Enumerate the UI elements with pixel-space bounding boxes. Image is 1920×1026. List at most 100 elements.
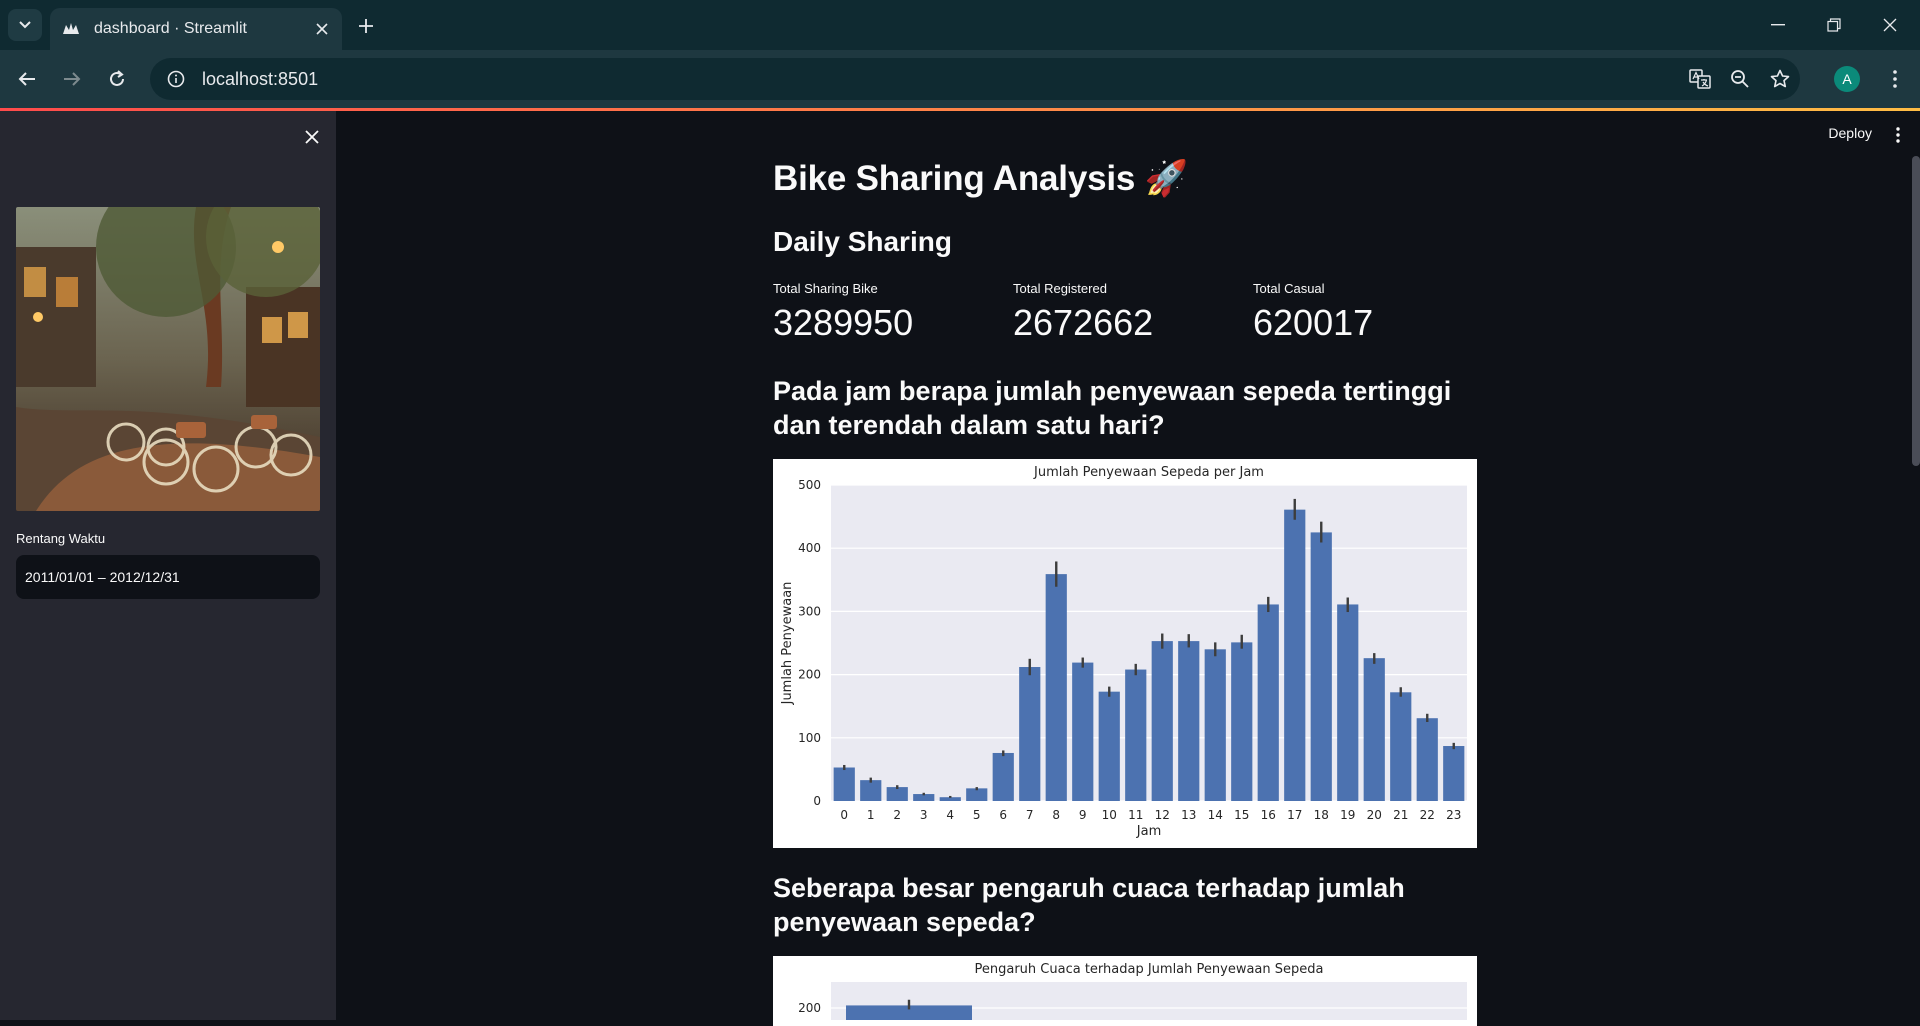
bookmark-star-icon[interactable]: [1760, 59, 1800, 99]
bar-hour-9: [1072, 662, 1094, 801]
x-tick-label-14: 14: [1208, 808, 1223, 822]
x-tick-label-22: 22: [1420, 808, 1435, 822]
x-tick-label-11: 11: [1128, 808, 1143, 822]
close-tab-icon[interactable]: [308, 15, 336, 43]
weather-rental-chart-svg: 200 Pengaruh Cuaca terhadap Jumlah Penyew…: [798, 962, 1467, 1020]
scrollbar[interactable]: [1912, 156, 1920, 466]
profile-avatar[interactable]: A: [1834, 66, 1860, 92]
x-tick-label-6: 6: [999, 808, 1007, 822]
page-title: Bike Sharing Analysis 🚀: [773, 159, 1189, 198]
x-tick-label-18: 18: [1314, 808, 1329, 822]
browser-tab-bar: dashboard · Streamlit: [0, 0, 1920, 50]
bar-hour-17: [1284, 509, 1306, 801]
bar-hour-10: [1098, 691, 1120, 801]
metric-label: Total Registered: [1013, 281, 1107, 296]
site-info-icon[interactable]: [162, 65, 190, 93]
chart-title: Jumlah Penyewaan Sepeda per Jam: [1033, 465, 1264, 480]
arrow-left-icon: [18, 72, 35, 86]
date-range-input[interactable]: 2011/01/01 – 2012/12/31: [16, 555, 320, 599]
hourly-rental-chart: 0 100 200 300 400 500 0 1 2 3 4 5 6 7 8 9 10 11 12 13 14 15 16…: [773, 459, 1477, 848]
weather-rental-chart: 200 Pengaruh Cuaca terhadap Jumlah Penyew…: [773, 956, 1477, 1026]
y-tick-label-3: 300: [798, 604, 821, 618]
date-range-label: Rentang Waktu: [16, 531, 106, 546]
daily-sharing-subheader: Daily Sharing: [773, 226, 952, 257]
x-axis-label: Jam: [1136, 824, 1161, 839]
metric-label: Total Casual: [1253, 281, 1325, 296]
address-bar[interactable]: localhost:8501: [150, 58, 1800, 100]
bike-street-image: [16, 207, 320, 511]
x-tick-label-5: 5: [973, 808, 981, 822]
x-tick-label-1: 1: [867, 808, 875, 822]
y-tick-label-4: 400: [798, 541, 821, 555]
close-icon: [1883, 18, 1897, 32]
x-tick-label-4: 4: [946, 808, 954, 822]
browser-toolbar: localhost:8501 A: [0, 50, 1920, 108]
y-tick-label-0: 0: [813, 794, 821, 808]
close-window-button[interactable]: [1862, 0, 1918, 50]
x-tick-label-16: 16: [1261, 808, 1276, 822]
y-tick-label-5: 500: [798, 478, 821, 492]
metric-label: Total Sharing Bike: [773, 281, 878, 296]
zoom-icon[interactable]: [1720, 59, 1760, 99]
deploy-button[interactable]: Deploy: [1828, 125, 1872, 141]
metric-value: 2672662: [1013, 302, 1154, 343]
bar-hour-20: [1363, 658, 1385, 801]
chevron-down-icon: [19, 21, 31, 29]
plus-icon: [359, 19, 373, 33]
bar-hour-18: [1310, 532, 1332, 801]
tab-search-button[interactable]: [8, 9, 42, 41]
x-tick-label-0: 0: [840, 808, 848, 822]
metric-total-casual: Total Casual 620017: [1253, 281, 1493, 344]
x-tick-label-21: 21: [1393, 808, 1408, 822]
reload-icon: [110, 70, 124, 86]
bar-hour-6: [992, 752, 1014, 801]
translate-icon[interactable]: [1680, 59, 1720, 99]
main-menu-button[interactable]: [1888, 123, 1908, 147]
arrow-right-icon: [64, 72, 81, 86]
main-area: Deploy Bike Sharing Analysis 🚀 Daily Sha…: [336, 111, 1920, 1026]
tab-title: dashboard · Streamlit: [94, 20, 247, 37]
question-weather-heading: Seberapa besar pengaruh cuaca terhadap j…: [773, 873, 1405, 937]
bar-hour-13: [1178, 641, 1200, 801]
collapse-sidebar-button[interactable]: [298, 123, 326, 151]
x-tick-label-9: 9: [1079, 808, 1087, 822]
metric-value: 3289950: [773, 302, 914, 343]
y-tick-label-0: 200: [798, 1001, 821, 1015]
bar-hour-21: [1390, 692, 1412, 801]
restore-button[interactable]: [1806, 0, 1862, 50]
question-hourly-heading: Pada jam berapa jumlah penyewaan sepeda …: [773, 376, 1452, 440]
bar-hour-7: [1019, 667, 1041, 801]
browser-tab[interactable]: dashboard · Streamlit: [50, 8, 342, 50]
streamlit-favicon-icon: [62, 20, 80, 38]
y-axis-label: Jumlah Penyewaan: [780, 582, 795, 706]
x-tick-label-15: 15: [1234, 808, 1249, 822]
reload-button[interactable]: [100, 62, 134, 96]
bar-hour-8: [1045, 574, 1067, 801]
bar-hour-19: [1337, 604, 1359, 801]
close-icon: [305, 130, 319, 144]
x-tick-label-10: 10: [1102, 808, 1117, 822]
back-button[interactable]: [10, 62, 44, 96]
url-text[interactable]: localhost:8501: [202, 69, 1680, 90]
browser-menu-button[interactable]: [1878, 62, 1912, 96]
bar-hour-16: [1257, 604, 1279, 801]
x-tick-label-2: 2: [893, 808, 901, 822]
x-tick-label-8: 8: [1052, 808, 1060, 822]
new-tab-button[interactable]: [350, 10, 382, 42]
x-tick-label-19: 19: [1340, 808, 1355, 822]
metric-total-registered: Total Registered 2672662: [1013, 281, 1253, 344]
chart-title: Pengaruh Cuaca terhadap Jumlah Penyewaan…: [975, 962, 1324, 977]
bar-hour-12: [1151, 641, 1173, 801]
minimize-icon: [1771, 24, 1785, 26]
bar-hour-23: [1443, 746, 1465, 801]
x-tick-label-12: 12: [1155, 808, 1170, 822]
hourly-rental-chart-svg: 01002003004005000 1 2 3 4 5 6 7 8 9 10 11 12 13 14 15 16…: [780, 465, 1467, 839]
x-tick-label-3: 3: [920, 808, 928, 822]
bar-hour-22: [1416, 718, 1438, 801]
y-tick-label-1: 100: [798, 731, 821, 745]
bar-hour-2: [886, 787, 908, 801]
bar-hour-14: [1204, 649, 1226, 801]
minimize-button[interactable]: [1750, 0, 1806, 50]
x-tick-label-23: 23: [1446, 808, 1461, 822]
forward-button[interactable]: [55, 62, 89, 96]
